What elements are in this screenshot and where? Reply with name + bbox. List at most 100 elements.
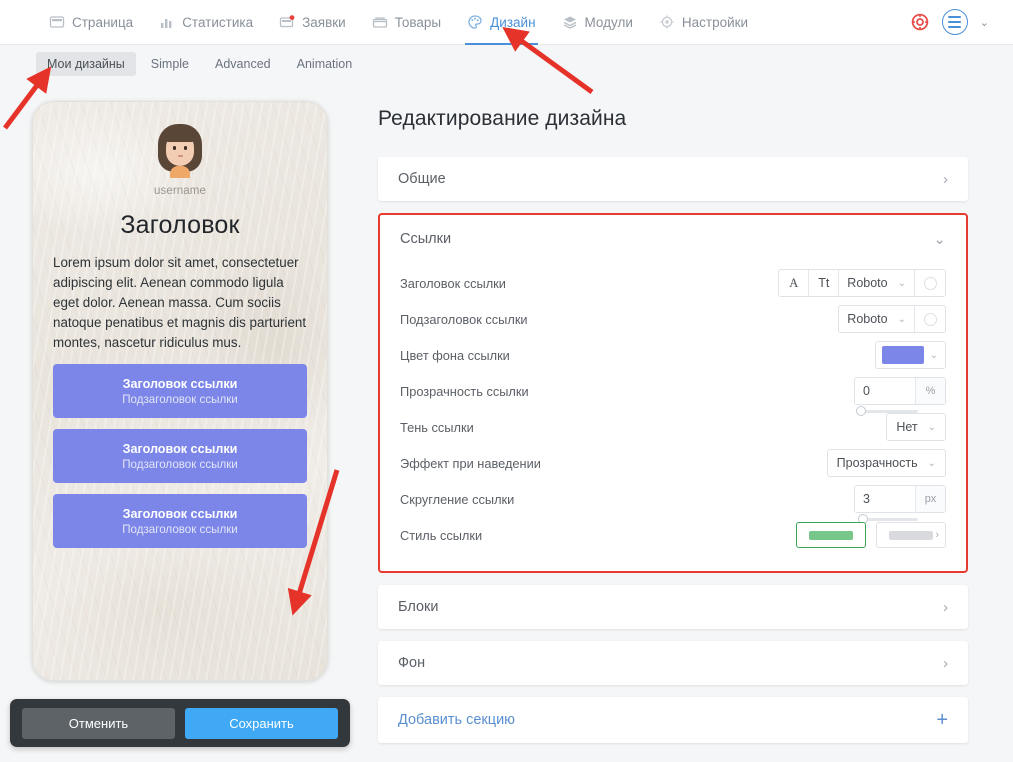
nav-item-tovary[interactable]: Товары xyxy=(359,0,454,45)
row-label: Подзаголовок ссылки xyxy=(400,311,528,327)
chevron-down-icon: ⌄ xyxy=(927,457,936,469)
slider-knob[interactable] xyxy=(856,406,866,416)
lifebuoy-icon[interactable] xyxy=(910,12,930,32)
link-style-options: › xyxy=(796,522,946,548)
plus-icon: + xyxy=(936,709,948,731)
chevron-down-icon: ⌄ xyxy=(933,230,946,248)
subtab-animation[interactable]: Animation xyxy=(286,52,364,76)
slider-track xyxy=(862,410,918,413)
chevron-right-icon: › xyxy=(943,598,948,616)
row-link-bg-color: Цвет фона ссылки ⌄ xyxy=(400,337,946,373)
color-chip xyxy=(881,346,924,364)
cancel-button[interactable]: Отменить xyxy=(22,707,175,739)
chevron-down-icon: ⌄ xyxy=(897,313,906,325)
preview-title: Заголовок xyxy=(120,211,240,239)
add-section-button[interactable]: Добавить секцию + xyxy=(378,697,968,743)
preview-link-button[interactable]: Заголовок ссылки Подзаголовок ссылки xyxy=(53,364,307,418)
section-label: Фон xyxy=(398,655,426,671)
top-right-actions: ⌄ xyxy=(910,9,989,35)
chevron-down-icon[interactable]: ⌄ xyxy=(980,16,989,29)
section-fon[interactable]: Фон › xyxy=(378,641,968,685)
section-header[interactable]: Фон › xyxy=(378,641,968,685)
row-label: Скругление ссылки xyxy=(400,491,515,507)
preview-link-button[interactable]: Заголовок ссылки Подзаголовок ссылки xyxy=(53,494,307,548)
radius-input[interactable] xyxy=(855,486,915,512)
subtab-moi-dizayny[interactable]: Мои дизайны xyxy=(36,52,136,76)
font-family-select[interactable]: Roboto ⌄ xyxy=(839,306,915,332)
link-title-font-controls: A Tt Roboto ⌄ xyxy=(778,269,946,297)
nav-item-stranitsa[interactable]: Страница xyxy=(36,0,146,45)
color-swatch xyxy=(923,312,937,326)
nav-item-dizayn[interactable]: Дизайн xyxy=(454,0,548,45)
hamburger-circle-icon[interactable] xyxy=(941,9,968,35)
hover-effect-select[interactable]: Прозрачность ⌄ xyxy=(826,449,946,477)
text-size-button[interactable]: Tt xyxy=(809,270,840,296)
row-link-style: Стиль ссылки › xyxy=(400,517,946,553)
subtab-advanced[interactable]: Advanced xyxy=(204,52,282,76)
top-navigation-bar: Страница Статистика Заявки Товары Дизайн xyxy=(0,0,1013,45)
unit-label: px xyxy=(915,486,945,512)
design-edit-panel: Редактирование дизайна Общие › Ссылки ⌄ … xyxy=(336,101,1013,743)
phone-preview: username Заголовок Lorem ipsum dolor sit… xyxy=(32,101,328,681)
link-bg-color-picker[interactable]: ⌄ xyxy=(874,341,946,369)
save-bar: Отменить Сохранить xyxy=(10,699,350,747)
nav-label: Настройки xyxy=(681,14,749,30)
selected-value: Прозрачность xyxy=(836,456,918,470)
row-label: Стиль ссылки xyxy=(400,527,483,543)
gear-icon xyxy=(659,14,675,30)
ssylki-settings-rows: Заголовок ссылки A Tt Roboto ⌄ Подзаголо… xyxy=(380,263,966,571)
style-preview-bar xyxy=(809,530,853,540)
opacity-slider[interactable] xyxy=(856,406,918,416)
link-subtitle: Подзаголовок ссылки xyxy=(122,392,238,406)
row-label: Заголовок ссылки xyxy=(400,275,506,291)
nav-item-statistika[interactable]: Статистика xyxy=(146,0,266,45)
preview-link-button[interactable]: Заголовок ссылки Подзаголовок ссылки xyxy=(53,429,307,483)
radius-slider[interactable] xyxy=(856,514,918,524)
link-style-option-more[interactable]: › xyxy=(876,522,946,548)
subtab-simple[interactable]: Simple xyxy=(140,52,200,76)
add-section-label: Добавить секцию xyxy=(398,712,516,728)
layers-icon xyxy=(562,14,578,30)
style-preview-bar xyxy=(889,530,933,540)
section-header[interactable]: Общие › xyxy=(378,157,968,201)
nav-item-zayavki[interactable]: Заявки xyxy=(266,0,359,45)
palette-icon xyxy=(467,14,483,30)
link-subtitle: Подзаголовок ссылки xyxy=(122,522,238,536)
section-header-ssylki[interactable]: Ссылки ⌄ xyxy=(380,215,966,263)
avatar xyxy=(158,124,202,178)
nav-label: Заявки xyxy=(302,14,346,30)
opacity-input[interactable] xyxy=(855,378,915,404)
nav-label: Модули xyxy=(584,14,633,30)
text-color-button[interactable]: A xyxy=(779,270,810,296)
link-title: Заголовок ссылки xyxy=(122,441,238,456)
nav-item-moduli[interactable]: Модули xyxy=(549,0,646,45)
font-family-select[interactable]: Roboto ⌄ xyxy=(839,270,915,296)
row-link-title: Заголовок ссылки A Tt Roboto ⌄ xyxy=(400,265,946,301)
chevron-right-icon: › xyxy=(943,654,948,672)
chevron-down-icon: ⌄ xyxy=(927,421,936,433)
main-nav: Страница Статистика Заявки Товары Дизайн xyxy=(36,0,761,45)
row-label: Прозрачность ссылки xyxy=(400,383,529,399)
content-area: username Заголовок Lorem ipsum dolor sit… xyxy=(0,83,1013,747)
chevron-right-icon: › xyxy=(943,170,948,188)
nav-item-nastroyki[interactable]: Настройки xyxy=(646,0,761,45)
section-bloki[interactable]: Блоки › xyxy=(378,585,968,629)
row-link-opacity: Прозрачность ссылки % xyxy=(400,373,946,416)
row-label: Тень ссылки xyxy=(400,419,474,435)
opacity-control: % xyxy=(854,377,946,416)
design-subtabs: Мои дизайны Simple Advanced Animation xyxy=(0,45,1013,83)
section-label: Общие xyxy=(398,171,446,187)
page-title: Редактирование дизайна xyxy=(378,107,627,130)
section-label: Ссылки xyxy=(400,231,452,247)
link-style-option-filled[interactable] xyxy=(796,522,866,548)
color-swatch xyxy=(923,276,937,290)
section-header[interactable]: Блоки › xyxy=(378,585,968,629)
save-button[interactable]: Сохранить xyxy=(185,707,338,739)
color-swatch-button[interactable] xyxy=(915,306,945,332)
chart-icon xyxy=(159,14,175,30)
products-icon xyxy=(372,14,388,30)
section-obshie[interactable]: Общие › xyxy=(378,157,968,201)
link-shadow-select[interactable]: Нет ⌄ xyxy=(886,413,946,441)
color-swatch-button[interactable] xyxy=(915,270,945,296)
chevron-right-icon: › xyxy=(935,529,939,541)
